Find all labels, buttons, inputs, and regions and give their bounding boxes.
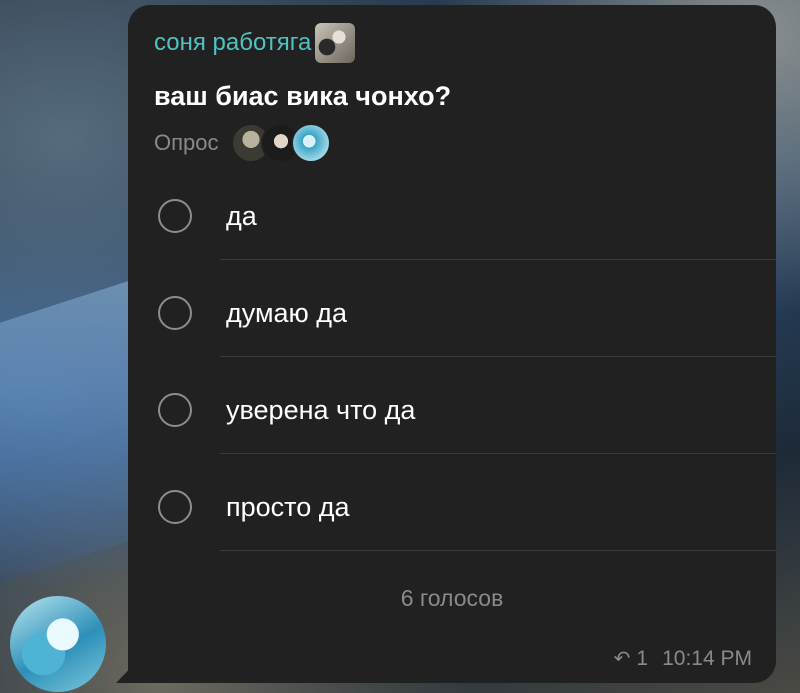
poll-type-label: Опрос bbox=[154, 130, 219, 155]
reply-arrow-icon[interactable]: ↶ bbox=[614, 645, 631, 673]
poll-option[interactable]: думаю да bbox=[128, 260, 776, 357]
sender-name[interactable]: соня работяга bbox=[154, 28, 311, 58]
poll-question: ваш биас вика чонхо? bbox=[154, 81, 452, 111]
votes-count: 6 голосов bbox=[400, 585, 504, 611]
reply-count[interactable]: 1 bbox=[636, 645, 648, 673]
poll-message-bubble[interactable]: соня работяга ваш биас вика чонхо? Опрос… bbox=[128, 5, 776, 683]
recent-voters bbox=[230, 123, 331, 163]
radio-button[interactable] bbox=[158, 490, 192, 524]
radio-button[interactable] bbox=[158, 393, 192, 427]
sender-avatar[interactable] bbox=[10, 596, 106, 692]
poll-option[interactable]: просто да bbox=[128, 454, 776, 551]
poll-option-label: уверена что да bbox=[226, 395, 416, 425]
message-footer: ↶ 1 10:14 PM bbox=[614, 645, 752, 673]
message-time: 10:14 PM bbox=[662, 647, 752, 670]
poll-option-label: да bbox=[226, 201, 257, 231]
poll-option-label: думаю да bbox=[226, 298, 348, 328]
sender-header[interactable]: соня работяга bbox=[154, 23, 356, 63]
poll-option-label: просто да bbox=[226, 492, 350, 522]
voter-avatar bbox=[290, 123, 331, 163]
poll-meta: Опрос bbox=[154, 123, 331, 163]
radio-button[interactable] bbox=[158, 296, 192, 330]
poll-options: да думаю да уверена что да просто да bbox=[128, 163, 776, 551]
radio-button[interactable] bbox=[158, 199, 192, 233]
background-wallpaper bbox=[0, 277, 140, 583]
poll-option[interactable]: да bbox=[128, 163, 776, 260]
sender-emoji-badge bbox=[315, 23, 356, 63]
divider bbox=[220, 550, 776, 551]
poll-option[interactable]: уверена что да bbox=[128, 357, 776, 454]
